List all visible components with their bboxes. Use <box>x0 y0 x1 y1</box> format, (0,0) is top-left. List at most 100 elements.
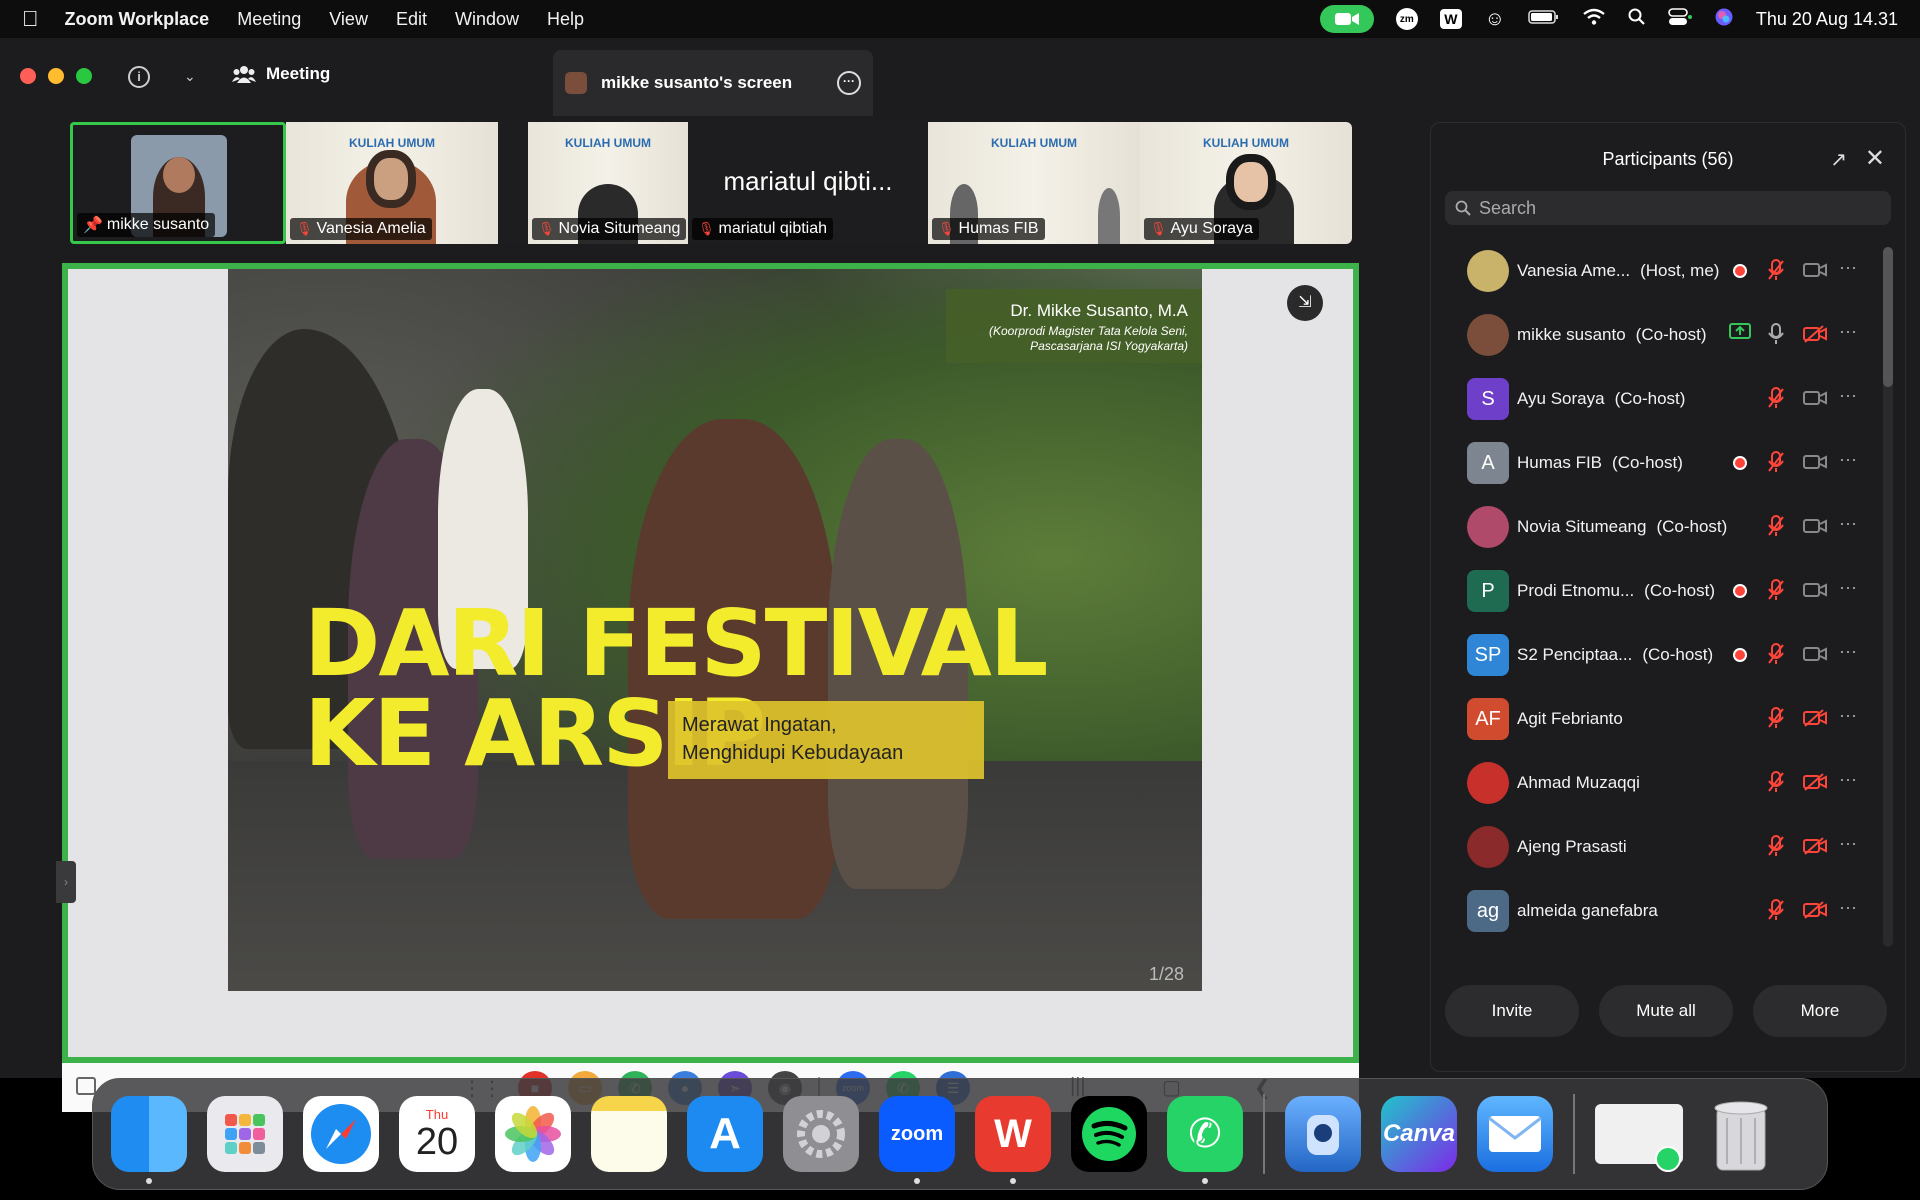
participant-row[interactable]: Ajeng Prasasti ··· <box>1431 815 1891 879</box>
preview-icon[interactable] <box>1285 1096 1361 1172</box>
thumbnail-ayu-soraya[interactable]: KULIAH UMUM 🎙 Ayu Soraya <box>1140 122 1352 244</box>
mail-icon[interactable] <box>1477 1096 1553 1172</box>
mic-icon[interactable] <box>1767 323 1785 348</box>
search-input[interactable]: Search <box>1479 198 1536 219</box>
app-store-icon[interactable]: A <box>687 1096 763 1172</box>
wps-office-icon[interactable]: W <box>975 1096 1051 1184</box>
participant-search[interactable]: Search <box>1445 191 1891 225</box>
trash-icon[interactable] <box>1703 1096 1779 1172</box>
launchpad-icon[interactable] <box>207 1096 283 1172</box>
close-icon[interactable]: ✕ <box>1865 144 1885 173</box>
more-options-icon[interactable]: ··· <box>1839 321 1857 342</box>
zoom-camera-icon[interactable] <box>1319 5 1374 33</box>
video-off-icon[interactable] <box>1803 773 1827 794</box>
exit-fullscreen-icon[interactable]: ⇲ <box>1287 285 1323 321</box>
popout-icon[interactable]: ↗ <box>1830 147 1847 172</box>
invite-button[interactable]: Invite <box>1445 985 1579 1037</box>
participant-row[interactable]: Ahmad Muzaqqi ··· <box>1431 751 1891 815</box>
participant-row[interactable]: S Ayu Soraya (Co-host) ··· <box>1431 367 1891 431</box>
menu-app-name[interactable]: Zoom Workplace <box>65 9 210 30</box>
menu-view[interactable]: View <box>329 9 368 30</box>
emoji-icon[interactable]: ☺ <box>1484 8 1506 30</box>
mic-muted-icon[interactable] <box>1767 515 1785 540</box>
thumbnail-mikke-susanto[interactable]: 📌 mikke susanto <box>70 122 286 244</box>
mic-muted-icon[interactable] <box>1767 387 1785 412</box>
participant-row[interactable]: A Humas FIB (Co-host) ··· <box>1431 431 1891 495</box>
more-options-icon[interactable]: ··· <box>1839 705 1857 726</box>
whatsapp-icon[interactable]: ✆ <box>1167 1096 1243 1184</box>
canva-icon[interactable]: Canva <box>1381 1096 1457 1172</box>
menu-edit[interactable]: Edit <box>396 9 427 30</box>
mic-muted-icon[interactable] <box>1767 707 1785 732</box>
zm-icon[interactable]: zm <box>1395 8 1418 30</box>
more-options-icon[interactable]: ··· <box>1839 769 1857 790</box>
video-icon[interactable] <box>1803 389 1827 410</box>
wps-icon[interactable]: W <box>1439 9 1462 29</box>
more-options-icon[interactable]: ··· <box>1839 257 1857 278</box>
zoom-window-button[interactable] <box>76 68 92 84</box>
video-icon[interactable] <box>1803 517 1827 538</box>
mic-muted-icon[interactable] <box>1767 771 1785 796</box>
recent-screenshot-icon[interactable] <box>1595 1104 1683 1172</box>
battery-icon[interactable] <box>1528 9 1560 30</box>
participant-row[interactable]: mikke susanto (Co-host) ··· <box>1431 303 1891 367</box>
safari-icon[interactable] <box>303 1096 379 1172</box>
finder-icon[interactable] <box>111 1096 187 1184</box>
panel-toggle-handle[interactable]: › <box>56 861 76 903</box>
wifi-icon[interactable] <box>1582 8 1606 31</box>
close-window-button[interactable] <box>20 68 36 84</box>
scrollbar-thumb[interactable] <box>1883 247 1893 387</box>
control-center-icon[interactable] <box>1668 7 1692 31</box>
mic-muted-icon[interactable] <box>1767 643 1785 668</box>
more-options-icon[interactable]: ··· <box>1839 641 1857 662</box>
mic-muted-icon[interactable] <box>1767 899 1785 924</box>
participants-scrollbar[interactable] <box>1883 247 1893 947</box>
shared-screen[interactable]: Dr. Mikke Susanto, M.A (Koorprodi Magist… <box>62 263 1359 1063</box>
meeting-button[interactable]: Meeting <box>232 64 330 84</box>
participant-row[interactable]: SP S2 Penciptaa... (Co-host) ··· <box>1431 623 1891 687</box>
menu-help[interactable]: Help <box>547 9 584 30</box>
more-options-icon[interactable]: ··· <box>1839 449 1857 470</box>
more-options-icon[interactable]: ··· <box>1839 897 1857 918</box>
more-options-icon[interactable]: ··· <box>1839 833 1857 854</box>
tab-shared-screen[interactable]: mikke susanto's screen ··· <box>553 50 873 116</box>
apple-icon[interactable]:  <box>22 6 39 32</box>
thumbnail-vanesia-amelia[interactable]: KULIAH UMUM 🎙 Vanesia Amelia <box>286 122 498 244</box>
mute-all-button[interactable]: Mute all <box>1599 985 1733 1037</box>
menu-meeting[interactable]: Meeting <box>237 9 301 30</box>
video-off-icon[interactable] <box>1803 837 1827 858</box>
screenshot-icon[interactable] <box>76 1077 96 1095</box>
participant-row[interactable]: P Prodi Etnomu... (Co-host) ··· <box>1431 559 1891 623</box>
notes-icon[interactable] <box>591 1096 667 1172</box>
more-button[interactable]: More <box>1753 985 1887 1037</box>
photos-icon[interactable] <box>495 1096 571 1172</box>
chevron-down-icon[interactable]: ⌄ <box>184 68 196 85</box>
search-icon[interactable] <box>1628 8 1646 31</box>
system-settings-icon[interactable] <box>783 1096 859 1172</box>
more-options-icon[interactable]: ··· <box>837 71 861 95</box>
mic-muted-icon[interactable] <box>1767 259 1785 284</box>
video-icon[interactable] <box>1803 645 1827 666</box>
mic-muted-icon[interactable] <box>1767 835 1785 860</box>
video-off-icon[interactable] <box>1803 901 1827 922</box>
more-options-icon[interactable]: ··· <box>1839 513 1857 534</box>
zoom-dock-icon[interactable]: zoom <box>879 1096 955 1184</box>
spotify-icon[interactable] <box>1071 1096 1147 1172</box>
video-icon[interactable] <box>1803 453 1827 474</box>
participant-row[interactable]: ag almeida ganefabra ··· <box>1431 879 1891 943</box>
video-icon[interactable] <box>1803 261 1827 282</box>
participant-row[interactable]: Vanesia Ame... (Host, me) ··· <box>1431 239 1891 303</box>
more-options-icon[interactable]: ··· <box>1839 385 1857 406</box>
minimize-window-button[interactable] <box>48 68 64 84</box>
participant-row[interactable]: Novia Situmeang (Co-host) ··· <box>1431 495 1891 559</box>
calendar-icon[interactable]: Thu 20 <box>399 1096 475 1172</box>
mic-muted-icon[interactable] <box>1767 451 1785 476</box>
video-off-icon[interactable] <box>1803 709 1827 730</box>
siri-icon[interactable] <box>1714 7 1734 32</box>
video-off-icon[interactable] <box>1803 325 1827 346</box>
menu-window[interactable]: Window <box>455 9 519 30</box>
info-icon[interactable]: i <box>128 66 150 88</box>
video-icon[interactable] <box>1803 581 1827 602</box>
thumbnail-humas-fib[interactable]: KULIAH UMUM 🎙 Humas FIB <box>928 122 1140 244</box>
thumbnail-mariatul-qibtiah[interactable]: mariatul qibti... 🎙 mariatul qibtiah <box>688 122 928 244</box>
